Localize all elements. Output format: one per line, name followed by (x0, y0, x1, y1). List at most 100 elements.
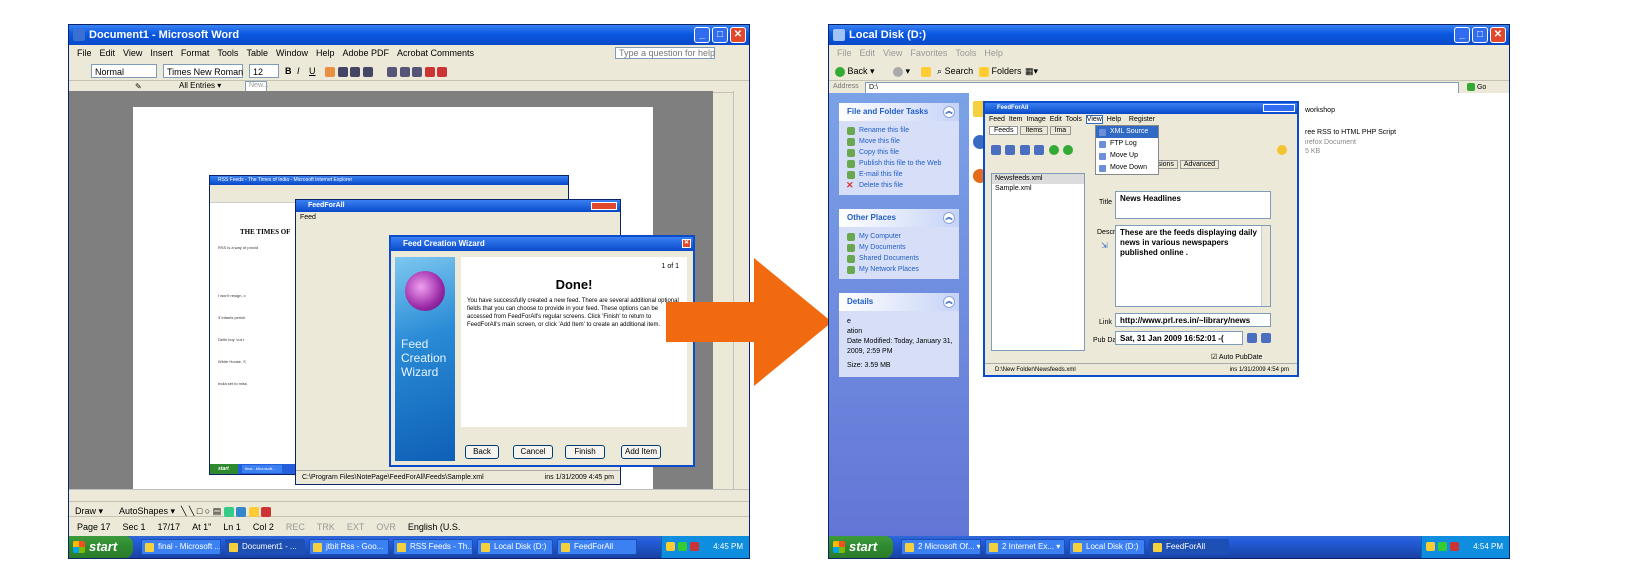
menu-help[interactable]: Help (984, 48, 1003, 58)
tray-icon[interactable] (678, 542, 687, 551)
bold-button[interactable]: B (285, 64, 292, 78)
menu-window[interactable]: Window (276, 48, 308, 58)
maximize-icon[interactable]: □ (1472, 27, 1488, 43)
ffa-menu-tools[interactable]: Tools (1066, 116, 1082, 123)
subtab-advanced[interactable]: Advanced (1179, 160, 1220, 169)
my-documents-link[interactable]: My Documents (839, 242, 959, 253)
start-button[interactable]: start (829, 536, 893, 558)
folder-item-workshop[interactable]: workshop (1305, 107, 1335, 114)
auto-pubdate-checkbox[interactable]: ☑ Auto PubDate (1211, 353, 1262, 361)
copy-file-link[interactable]: Copy this file (839, 147, 959, 158)
ffa-window-buttons[interactable] (591, 202, 617, 210)
ffa-menu-view[interactable]: View (1085, 115, 1103, 124)
autotext-icon[interactable]: ✎ (135, 82, 142, 91)
size-combo[interactable]: 12 (249, 64, 279, 78)
taskbar-button[interactable]: jtbit Rss - Goo... (309, 539, 389, 555)
ffa-menu-feed[interactable]: Feed (989, 116, 1005, 123)
publish-file-link[interactable]: Publish this file to the Web (839, 158, 959, 169)
style-combo[interactable]: Normal (91, 64, 157, 78)
collapse-icon[interactable]: ︽ (943, 296, 955, 308)
search-button[interactable]: ⌕ Search (937, 64, 973, 78)
tray-icon[interactable] (690, 542, 699, 551)
maximize-icon[interactable]: □ (712, 27, 728, 43)
menu-xml-source[interactable]: XML Source (1096, 126, 1158, 138)
minimize-icon[interactable]: _ (1454, 27, 1470, 43)
views-button[interactable]: ▦▾ (1025, 64, 1038, 78)
other-places-header[interactable]: Other Places ︽ (839, 209, 959, 227)
collapse-icon[interactable]: ︽ (943, 212, 955, 224)
menu-table[interactable]: Table (246, 48, 268, 58)
taskbar-button[interactable]: Document1 - ... (225, 539, 305, 555)
tab-feeds[interactable]: Feeds (989, 126, 1019, 135)
taskbar-button[interactable]: Local Disk (D:) (477, 539, 553, 555)
menu-ftp-log[interactable]: FTP Log (1096, 138, 1158, 150)
italic-button[interactable]: I (297, 64, 300, 78)
taskbar-button[interactable]: RSS Feeds - Th... (393, 539, 473, 555)
open-feed-icon[interactable] (1005, 144, 1016, 155)
back-button[interactable]: Back ▾ (835, 64, 875, 78)
description-scrollbar[interactable] (1261, 226, 1270, 306)
menu-help[interactable]: Help (316, 48, 335, 58)
menu-acrobat-comments[interactable]: Acrobat Comments (397, 48, 474, 58)
feed-list-item[interactable]: Newsfeeds.xml (992, 174, 1084, 184)
menu-move-down[interactable]: Move Down (1096, 162, 1158, 174)
folder-item-script[interactable]: ree RSS to HTML PHP Script (1305, 129, 1396, 136)
add-item-button[interactable]: Add Item (621, 445, 661, 459)
taskbar-button[interactable]: FeedForAll (1149, 539, 1229, 555)
help-bulb-icon[interactable] (1277, 145, 1287, 155)
draw-menu[interactable]: Draw ▾ (75, 504, 103, 518)
my-computer-link[interactable]: My Computer (839, 231, 959, 242)
menu-file[interactable]: File (77, 48, 92, 58)
font-combo[interactable]: Times New Roman (163, 64, 243, 78)
tray-icon[interactable] (1426, 542, 1435, 551)
save-feed-icon[interactable] (1019, 144, 1030, 155)
align-icons[interactable] (325, 64, 373, 78)
feeds-list[interactable]: Newsfeeds.xml Sample.xml (991, 173, 1085, 351)
menu-move-up[interactable]: Move Up (1096, 150, 1158, 162)
rename-file-link[interactable]: Rename this file (839, 125, 959, 136)
title-field[interactable]: News Headlines (1115, 191, 1271, 219)
tray-icon[interactable] (1450, 542, 1459, 551)
taskbar-button[interactable]: Local Disk (D:) (1069, 539, 1145, 555)
taskbar-button[interactable]: 2 Internet Ex... ▾ (985, 539, 1065, 555)
shape-icons[interactable]: ╲ ╲ □ ○ ▤ (181, 504, 272, 518)
publish-feed-icon[interactable] (1034, 144, 1045, 155)
network-places-link[interactable]: My Network Places (839, 264, 959, 275)
ffa-menu-register[interactable]: Register (1129, 116, 1155, 123)
tray-icon[interactable] (666, 542, 675, 551)
taskbar-button[interactable]: FeedForAll (557, 539, 637, 555)
autoshapes-menu[interactable]: AutoShapes ▾ (119, 504, 175, 518)
menu-edit[interactable]: Edit (860, 48, 876, 58)
ffa-menu-feed[interactable]: Feed (300, 214, 316, 221)
ffa-menu-item[interactable]: Item (1009, 116, 1023, 123)
new-feed-icon[interactable] (991, 144, 1001, 155)
minimize-icon[interactable]: _ (694, 27, 710, 43)
menu-adobe-pdf[interactable]: Adobe PDF (342, 48, 389, 58)
ffa-window-buttons[interactable] (1263, 104, 1295, 112)
refresh-icon[interactable] (1048, 144, 1059, 155)
menu-format[interactable]: Format (181, 48, 210, 58)
ffa-menu-edit[interactable]: Edit (1050, 116, 1062, 123)
menu-tools[interactable]: Tools (955, 48, 976, 58)
tab-image[interactable]: Ima (1049, 126, 1072, 135)
back-button[interactable]: Back (465, 445, 499, 459)
finish-button[interactable]: Finish (565, 445, 605, 459)
start-button[interactable]: start (69, 536, 133, 558)
menu-file[interactable]: File (837, 48, 852, 58)
menu-favorites[interactable]: Favorites (910, 48, 947, 58)
description-field[interactable]: These are the feeds displaying daily new… (1115, 225, 1271, 307)
forward-button[interactable]: ▾ (893, 64, 910, 78)
file-tasks-header[interactable]: File and Folder Tasks ︽ (839, 103, 959, 121)
cancel-button[interactable]: Cancel (513, 445, 553, 459)
feed-list-item[interactable]: Sample.xml (992, 184, 1084, 194)
menu-view[interactable]: View (883, 48, 902, 58)
list-icons[interactable] (387, 64, 448, 78)
close-icon[interactable]: ✕ (730, 27, 746, 43)
ffa-menu-help[interactable]: Help (1107, 116, 1121, 123)
link-field[interactable]: http://www.prl.res.in/~library/news (1115, 313, 1271, 327)
pubdate-field[interactable]: Sat, 31 Jan 2009 16:52:01 -( (1115, 331, 1243, 345)
autotext-entries[interactable]: All Entries ▾ (179, 81, 221, 90)
wizard-close-icon[interactable]: ✕ (682, 239, 691, 248)
collapse-icon[interactable]: ︽ (943, 106, 955, 118)
menu-edit[interactable]: Edit (100, 48, 116, 58)
